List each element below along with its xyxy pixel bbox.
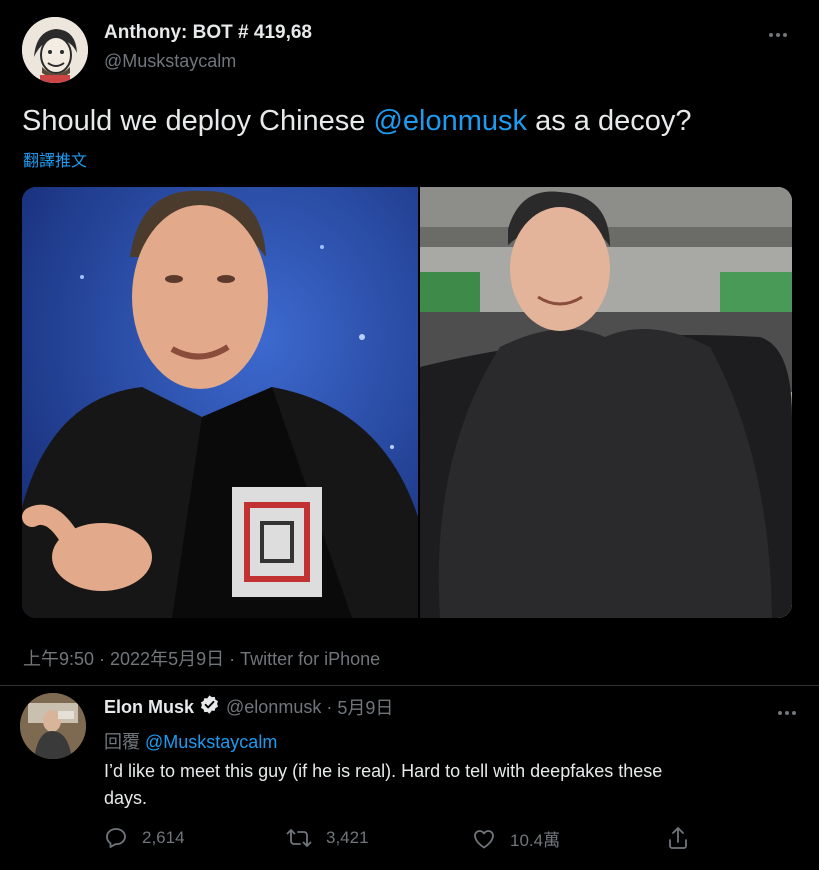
tweet-source[interactable]: Twitter for iPhone	[240, 649, 380, 669]
like-action[interactable]: 10.4萬	[472, 826, 560, 851]
author-avatar[interactable]	[22, 17, 88, 83]
more-horizontal-icon	[778, 711, 796, 715]
reply-header: Elon Musk @elonmusk · 5月9日	[104, 694, 393, 720]
reply-text-line: I’d like to meet this guy (if he is real…	[104, 761, 663, 781]
retweet-icon	[286, 829, 312, 847]
tweet-timestamp: 上午9:50 · 2022年5月9日 · Twitter for iPhone	[23, 645, 380, 671]
retweet-action[interactable]: 3,421	[286, 826, 369, 850]
reply-avatar-image	[20, 693, 86, 759]
verified-badge-icon	[199, 694, 220, 720]
reply-text: I’d like to meet this guy (if he is real…	[104, 758, 662, 812]
more-options-icon[interactable]	[768, 22, 788, 43]
tweet-text: Should we deploy Chinese @elonmusk as a …	[22, 105, 691, 138]
replying-to: 回覆 @Muskstaycalm	[104, 728, 277, 754]
separator: ·	[321, 696, 338, 717]
reply-text-line: days.	[104, 788, 148, 808]
reply-author-handle[interactable]: @elonmusk	[226, 697, 321, 718]
share-action[interactable]	[667, 826, 689, 850]
replying-prefix: 回覆	[104, 732, 140, 752]
reply-date[interactable]: 5月9日	[337, 694, 393, 720]
mention-link[interactable]: @elonmusk	[373, 105, 527, 137]
reply-action[interactable]: 2,614	[104, 826, 185, 850]
reply-count: 2,614	[142, 828, 185, 847]
reply-author-name[interactable]: Elon Musk	[104, 697, 194, 718]
photo-right-graphic	[420, 187, 792, 618]
reply-author-avatar[interactable]	[20, 693, 86, 759]
timestamp-text[interactable]: 上午9:50 · 2022年5月9日	[23, 649, 224, 669]
reply-icon	[106, 828, 126, 848]
cartoon-avatar-icon	[22, 17, 88, 83]
divider	[0, 685, 819, 686]
author-name[interactable]: Anthony: BOT # 419,68	[104, 22, 312, 44]
photo-left-graphic	[22, 187, 418, 618]
translate-tweet-link[interactable]: 翻譯推文	[23, 147, 87, 171]
replying-to-link[interactable]: @Muskstaycalm	[145, 732, 277, 752]
separator: ·	[224, 649, 241, 669]
like-count: 10.4萬	[510, 831, 561, 850]
elon-musk-photo[interactable]	[22, 187, 418, 618]
tweet-text-part: as a decoy?	[527, 105, 692, 137]
heart-icon	[474, 829, 494, 848]
share-icon	[669, 827, 687, 849]
author-handle[interactable]: @Muskstaycalm	[104, 51, 236, 72]
chinese-elon-lookalike-photo[interactable]	[420, 187, 792, 618]
tweet-text-part: Should we deploy Chinese	[22, 105, 374, 137]
more-horizontal-icon	[769, 33, 787, 37]
retweet-count: 3,421	[326, 828, 369, 847]
reply-more-options-icon[interactable]	[777, 700, 797, 721]
